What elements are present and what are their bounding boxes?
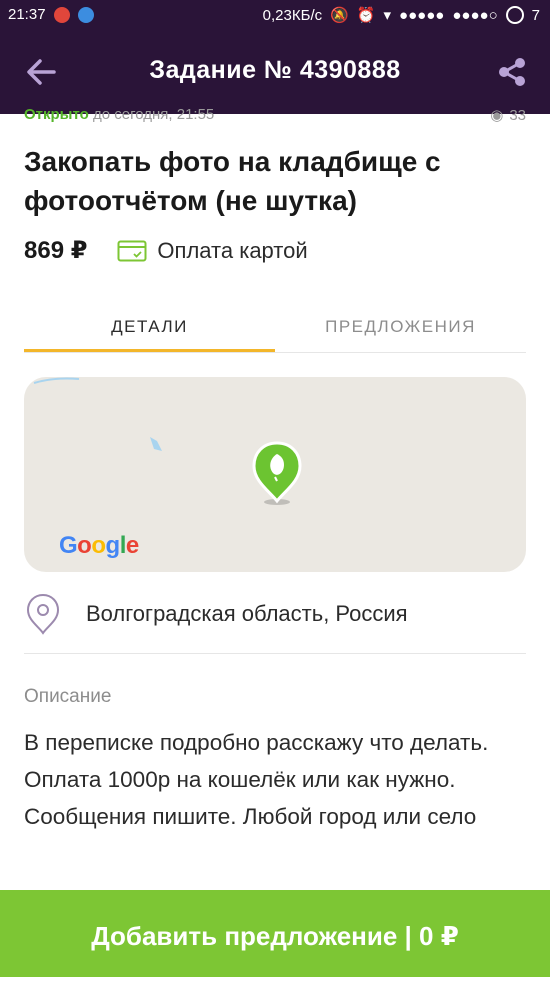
signal-icon: ●●●●● bbox=[399, 6, 445, 24]
network-speed: 0,23КБ/с bbox=[262, 6, 323, 24]
tab-offers[interactable]: ПРЕДЛОЖЕНИЯ bbox=[275, 306, 526, 352]
google-logo: Google bbox=[59, 532, 139, 559]
status-bar: 21:37 0,23КБ/с 🔕 ⏰ ▾ ●●●●● ●●●●○ 7 bbox=[0, 0, 550, 30]
battery-level: 7 bbox=[531, 6, 540, 24]
divider bbox=[24, 653, 526, 654]
add-offer-button[interactable]: Добавить предложение | 0 ₽ bbox=[0, 890, 550, 977]
map-view[interactable]: Google bbox=[24, 377, 526, 572]
wifi-icon: ▾ bbox=[383, 7, 392, 24]
signal-icon-2: ●●●●○ bbox=[452, 6, 498, 24]
mute-icon: 🔕 bbox=[330, 7, 349, 24]
location-text: Волгоградская область, Россия bbox=[86, 601, 408, 626]
task-status: Открыто bbox=[24, 106, 89, 122]
messenger-icon bbox=[77, 6, 94, 23]
task-price: 869 ₽ bbox=[24, 237, 88, 264]
views-counter: ◉ 33 bbox=[490, 106, 526, 123]
location-pin-icon[interactable] bbox=[251, 441, 303, 507]
location-row: Волгоградская область, Россия bbox=[24, 590, 526, 638]
price-row: 869 ₽ Оплата картой bbox=[24, 236, 308, 265]
map-marker-icon bbox=[26, 593, 60, 635]
payment-method: Оплата картой bbox=[157, 237, 308, 263]
share-button[interactable] bbox=[496, 56, 528, 88]
tab-details[interactable]: ДЕТАЛИ bbox=[24, 306, 275, 352]
description-label: Описание bbox=[24, 686, 112, 707]
share-icon bbox=[499, 58, 525, 86]
page-title: Задание № 4390888 bbox=[149, 56, 401, 84]
description-text: В переписке подробно расскажу что делать… bbox=[24, 730, 489, 829]
eye-icon: ◉ bbox=[490, 107, 504, 122]
status-time: 21:37 bbox=[8, 6, 46, 23]
views-count: 33 bbox=[509, 106, 526, 123]
task-deadline: до сегодня, 21:55 bbox=[92, 106, 215, 122]
tabs: ДЕТАЛИ ПРЕДЛОЖЕНИЯ bbox=[24, 306, 526, 353]
task-status-row: Открыто до сегодня, 21:55 ◉ 33 bbox=[24, 106, 526, 122]
battery-icon bbox=[505, 6, 524, 24]
app-header: Задание № 4390888 bbox=[0, 30, 550, 114]
task-title: Закопать фото на кладбище с фотоотчётом … bbox=[24, 146, 441, 216]
credit-card-icon bbox=[117, 240, 147, 261]
notification-icon bbox=[53, 6, 70, 23]
alarm-icon: ⏰ bbox=[356, 7, 376, 24]
